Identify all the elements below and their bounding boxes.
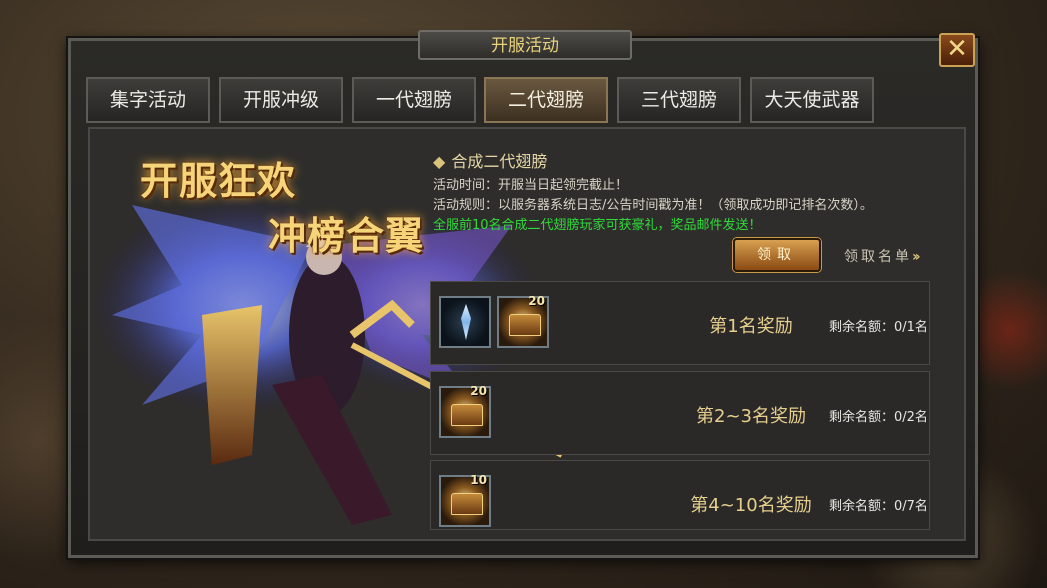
tab-wings-gen2[interactable]: 二代翅膀 bbox=[484, 77, 608, 123]
hero-slogan-line2: 冲榜合翼 bbox=[268, 213, 425, 258]
close-button[interactable]: ✕ bbox=[939, 33, 975, 67]
activity-note: 全服前10名合成二代翅膀玩家可获豪礼，奖品邮件发送！ bbox=[433, 218, 762, 233]
tab-bar: 集字活动 开服冲级 一代翅膀 二代翅膀 三代翅膀 大天使武器 bbox=[86, 77, 886, 125]
diamond-icon: ◆ bbox=[433, 152, 446, 171]
reward-rank: 第4~10名奖励 bbox=[690, 495, 812, 516]
tab-wings-gen3[interactable]: 三代翅膀 bbox=[617, 77, 741, 123]
tab-opening-level[interactable]: 开服冲级 bbox=[219, 77, 343, 123]
activity-rules: 活动规则：以服务器系统日志/公告时间戳为准！（领取成功即记排名次数）。 bbox=[433, 198, 873, 213]
item-quantity: 20 bbox=[470, 384, 487, 398]
item-quantity: 20 bbox=[528, 294, 545, 308]
double-chevron-right-icon: ›› bbox=[912, 249, 920, 265]
claim-list-link[interactable]: 领取名单›› bbox=[844, 246, 920, 266]
item-quantity: 10 bbox=[470, 473, 487, 487]
reward-row: 10 第4~10名奖励 剩余名额：0/7名 bbox=[430, 460, 930, 530]
crystal-icon[interactable] bbox=[439, 296, 491, 348]
chest-icon[interactable]: 10 bbox=[439, 473, 491, 527]
reward-rank: 第2~3名奖励 bbox=[696, 406, 806, 427]
reward-row: 20 第2~3名奖励 剩余名额：0/2名 bbox=[430, 371, 930, 455]
activity-time: 活动时间：开服当日起领完截止！ bbox=[433, 178, 629, 193]
reward-remaining: 剩余名额：0/1名 bbox=[829, 320, 928, 335]
hero-slogan-line1: 开服狂欢 bbox=[140, 158, 297, 203]
activity-title: ◆ 合成二代翅膀 bbox=[433, 148, 953, 172]
tab-archangel-weapon[interactable]: 大天使武器 bbox=[750, 77, 874, 123]
tab-wings-gen1[interactable]: 一代翅膀 bbox=[352, 77, 476, 123]
chest-icon[interactable]: 20 bbox=[439, 384, 491, 438]
reward-remaining: 剩余名额：0/2名 bbox=[829, 410, 928, 425]
reward-rank: 第1名奖励 bbox=[709, 316, 793, 337]
activity-info: ◆ 合成二代翅膀 活动时间：开服当日起领完截止！ 活动规则：以服务器系统日志/公告… bbox=[433, 148, 953, 236]
chest-icon[interactable]: 20 bbox=[497, 294, 549, 348]
claim-list-label: 领取名单 bbox=[844, 249, 912, 265]
reward-remaining: 剩余名额：0/7名 bbox=[829, 499, 928, 514]
window-title: 开服活动 bbox=[418, 30, 632, 60]
tab-collect-words[interactable]: 集字活动 bbox=[86, 77, 210, 123]
reward-row: 20 第1名奖励 剩余名额：0/1名 bbox=[430, 281, 930, 365]
claim-button[interactable]: 领取 bbox=[733, 238, 821, 272]
activity-title-text: 合成二代翅膀 bbox=[451, 152, 548, 171]
